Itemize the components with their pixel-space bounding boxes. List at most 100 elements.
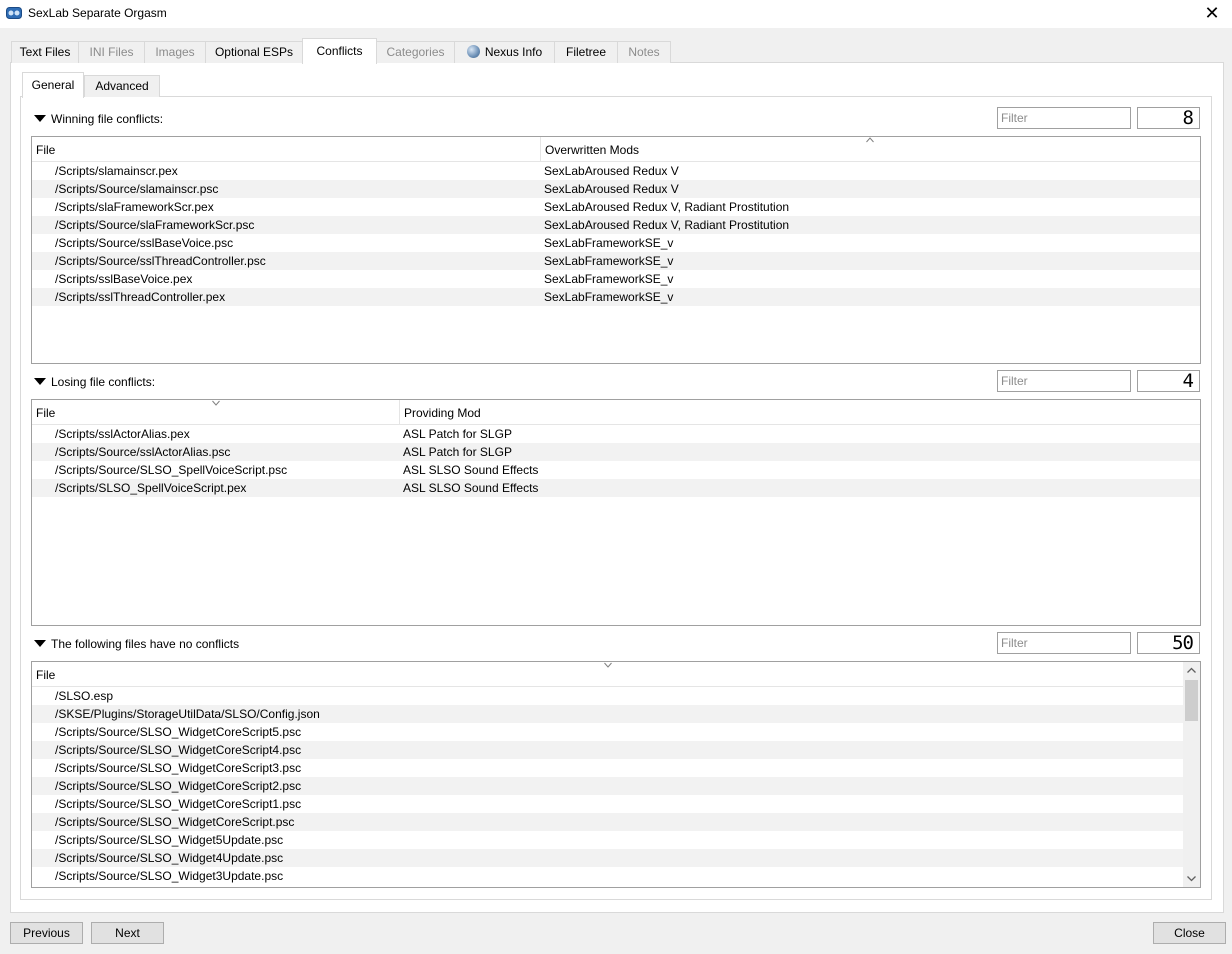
table-row[interactable]: /Scripts/Source/SLSO_WidgetCoreScript3.p…	[32, 759, 1183, 777]
column-header-providing-mod[interactable]: Providing Mod	[399, 400, 1200, 425]
table-row[interactable]: /Scripts/Source/sslThreadController.psc S…	[32, 252, 1200, 270]
table-row[interactable]: /Scripts/Source/SLSO_WidgetCoreScript.ps…	[32, 813, 1183, 831]
next-button[interactable]: Next	[91, 922, 164, 944]
tab-optional-esps[interactable]: Optional ESPs	[205, 41, 303, 63]
tab-advanced[interactable]: Advanced	[84, 75, 160, 97]
window-title: SexLab Separate Orgasm	[28, 6, 167, 20]
table-row[interactable]: /Scripts/sslBaseVoice.pex SexLabFramework…	[32, 270, 1200, 288]
tab-conflicts[interactable]: Conflicts	[302, 38, 377, 64]
cell-file: /Scripts/Source/sslThreadController.psc	[55, 254, 266, 268]
scroll-down-icon[interactable]	[1183, 870, 1200, 887]
cell-file: /Scripts/Source/SLSO_WidgetCoreScript4.p…	[55, 743, 302, 757]
table-body: /Scripts/sslActorAlias.pex ASL Patch for …	[32, 425, 1200, 497]
cell-file: /Scripts/sslThreadController.pex	[55, 290, 226, 304]
tab-nexus-info[interactable]: Nexus Info	[454, 41, 555, 63]
table-row[interactable]: /SKSE/Plugins/StorageUtilData/SLSO/Confi…	[32, 705, 1183, 723]
tab-label: Filetree	[565, 45, 606, 59]
no-conflicts-table[interactable]: File /SLSO.esp /SKSE/Plugins/StorageUtil…	[31, 661, 1201, 888]
cell-file: /Scripts/Source/slamainscr.psc	[55, 182, 219, 196]
table-row[interactable]: /Scripts/Source/SLSO_Widget3Update.psc	[32, 867, 1183, 885]
table-row[interactable]: /Scripts/Source/SLSO_WidgetCoreScript5.p…	[32, 723, 1183, 741]
vertical-scrollbar[interactable]	[1183, 662, 1200, 887]
cell-file: /Scripts/SLSO_SpellVoiceScript.pex	[55, 481, 247, 495]
table-row[interactable]: /Scripts/Source/SLSO_WidgetCoreScript4.p…	[32, 741, 1183, 759]
table-row[interactable]: /SLSO.esp	[32, 687, 1183, 705]
column-header-file[interactable]: File	[32, 137, 540, 162]
tab-ini-files[interactable]: INI Files	[78, 41, 145, 63]
cell-mod: ASL SLSO Sound Effects	[403, 481, 539, 495]
cell-file: /Scripts/Source/SLSO_Widget4Update.psc	[55, 851, 284, 865]
table-row[interactable]: /Scripts/Source/slaFrameworkScr.psc SexLa…	[32, 216, 1200, 234]
sort-descending-icon	[604, 662, 612, 668]
tab-label: Nexus Info	[484, 45, 543, 59]
collapse-triangle-icon	[34, 640, 46, 647]
table-row[interactable]: /Scripts/Source/SLSO_Widget4Update.psc	[32, 849, 1183, 867]
tab-label: Advanced	[95, 79, 149, 93]
collapse-triangle-icon	[34, 378, 46, 385]
cell-mod: SexLabAroused Redux V, Radiant Prostitut…	[544, 200, 790, 214]
tab-categories[interactable]: Categories	[376, 41, 455, 63]
cell-mod: SexLabFrameworkSE_v	[544, 272, 674, 286]
table-row[interactable]: /Scripts/SLSO_SpellVoiceScript.pex ASL SL…	[32, 479, 1200, 497]
cell-file: /Scripts/sslBaseVoice.pex	[55, 272, 193, 286]
table-body: /SLSO.esp /SKSE/Plugins/StorageUtilData/…	[32, 687, 1183, 885]
scroll-thumb[interactable]	[1185, 680, 1198, 721]
tab-images[interactable]: Images	[144, 41, 206, 63]
scroll-up-icon[interactable]	[1183, 662, 1200, 679]
table-row[interactable]: /Scripts/Source/SLSO_WidgetCoreScript2.p…	[32, 777, 1183, 795]
no-conflicts-count-display: 50	[1137, 632, 1200, 654]
tab-filetree[interactable]: Filetree	[554, 41, 618, 63]
table-row[interactable]: /Scripts/Source/SLSO_SpellVoiceScript.ps…	[32, 461, 1200, 479]
no-conflicts-filter-input[interactable]	[997, 632, 1131, 654]
table-row[interactable]: /Scripts/sslThreadController.pex SexLabFr…	[32, 288, 1200, 306]
cell-mod: SexLabAroused Redux V, Radiant Prostitut…	[544, 218, 790, 232]
tab-label: General	[31, 78, 75, 92]
section-title: The following files have no conflicts	[51, 637, 240, 651]
previous-button[interactable]: Previous	[10, 922, 83, 944]
winning-filter-input[interactable]	[997, 107, 1131, 129]
tab-text-files[interactable]: Text Files	[11, 41, 79, 63]
losing-conflicts-table[interactable]: File Providing Mod /Scripts/sslActorAlia…	[31, 399, 1201, 626]
cell-file: /Scripts/Source/SLSO_SpellVoiceScript.ps…	[55, 463, 288, 477]
table-row[interactable]: /Scripts/slamainscr.pex SexLabAroused Red…	[32, 162, 1200, 180]
table-row[interactable]: /Scripts/sslActorAlias.pex ASL Patch for …	[32, 425, 1200, 443]
section-title: Winning file conflicts:	[51, 112, 164, 126]
cell-file: /Scripts/Source/SLSO_WidgetCoreScript1.p…	[55, 797, 302, 811]
table-row[interactable]: /Scripts/Source/sslActorAlias.psc ASL Pat…	[32, 443, 1200, 461]
cell-file: /Scripts/sslActorAlias.pex	[55, 427, 190, 441]
cell-file: /Scripts/Source/sslActorAlias.psc	[55, 445, 231, 459]
table-row[interactable]: /Scripts/slaFrameworkScr.pex SexLabArouse…	[32, 198, 1200, 216]
app-icon	[6, 7, 22, 19]
tab-notes[interactable]: Notes	[617, 41, 671, 63]
sort-descending-icon	[212, 400, 220, 406]
cell-mod: SexLabFrameworkSE_v	[544, 290, 674, 304]
cell-mod: ASL SLSO Sound Effects	[403, 463, 539, 477]
close-button[interactable]: Close	[1153, 922, 1226, 944]
winning-conflicts-toggle[interactable]: Winning file conflicts:	[34, 111, 163, 127]
table-header: File Providing Mod	[32, 400, 1200, 425]
title-bar: SexLab Separate Orgasm ✕	[0, 0, 1232, 28]
cell-file: /Scripts/Source/SLSO_WidgetCoreScript5.p…	[55, 725, 302, 739]
cell-mod: ASL Patch for SLGP	[403, 427, 512, 441]
tab-label: INI Files	[89, 45, 134, 59]
tab-label: Images	[155, 45, 195, 59]
table-row[interactable]: /Scripts/Source/sslBaseVoice.psc SexLabFr…	[32, 234, 1200, 252]
table-row[interactable]: /Scripts/Source/slamainscr.psc SexLabArou…	[32, 180, 1200, 198]
winning-conflicts-table[interactable]: File Overwritten Mods /Scripts/slamainsc…	[31, 136, 1201, 364]
close-window-icon[interactable]: ✕	[1202, 2, 1222, 24]
losing-conflicts-toggle[interactable]: Losing file conflicts:	[34, 374, 155, 390]
cell-file: /Scripts/Source/SLSO_Widget5Update.psc	[55, 833, 284, 847]
table-row[interactable]: /Scripts/Source/SLSO_Widget5Update.psc	[32, 831, 1183, 849]
cell-file: /Scripts/Source/SLSO_WidgetCoreScript2.p…	[55, 779, 302, 793]
cell-file: /Scripts/Source/SLSO_Widget3Update.psc	[55, 869, 284, 883]
cell-file: /Scripts/Source/SLSO_WidgetCoreScript3.p…	[55, 761, 302, 775]
cell-file: /Scripts/Source/sslBaseVoice.psc	[55, 236, 234, 250]
table-row[interactable]: /Scripts/Source/SLSO_WidgetCoreScript1.p…	[32, 795, 1183, 813]
sort-ascending-icon	[866, 137, 874, 143]
losing-filter-input[interactable]	[997, 370, 1131, 392]
cell-mod: SexLabAroused Redux V	[544, 164, 679, 178]
no-conflicts-toggle[interactable]: The following files have no conflicts	[34, 636, 239, 652]
tab-general[interactable]: General	[22, 72, 84, 98]
tab-label: Text Files	[19, 45, 71, 59]
cell-mod: SexLabFrameworkSE_v	[544, 254, 674, 268]
